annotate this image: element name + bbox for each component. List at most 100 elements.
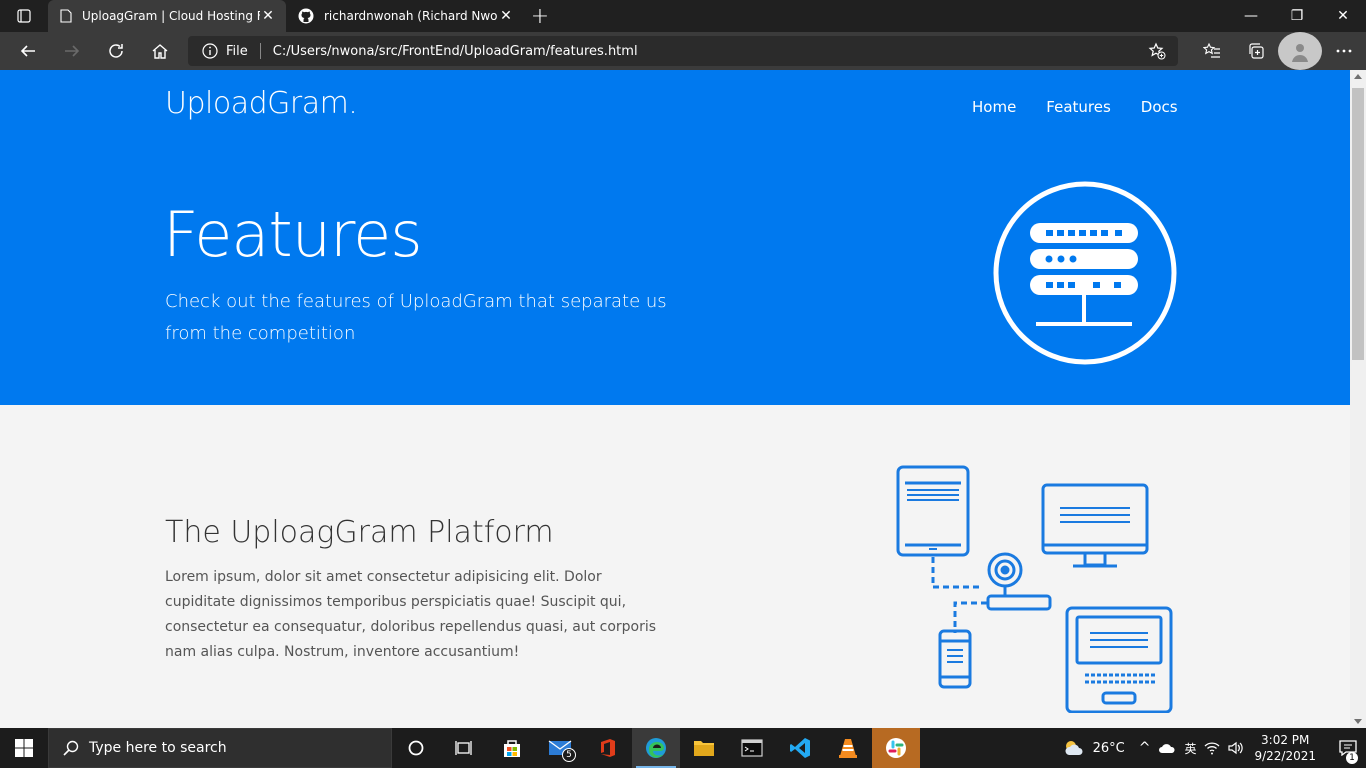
close-tab-icon[interactable]: ✕: [498, 8, 514, 24]
minimize-icon[interactable]: —: [1228, 0, 1274, 32]
page-icon: [60, 9, 72, 23]
office-app[interactable]: [584, 728, 632, 768]
profile-button[interactable]: [1278, 32, 1322, 70]
folder-icon: [694, 741, 714, 756]
action-center-button[interactable]: 1: [1330, 728, 1366, 768]
store-app[interactable]: [488, 728, 536, 768]
scheme-label: File: [226, 43, 248, 59]
partly-cloudy-icon: [1065, 741, 1083, 755]
edge-app[interactable]: [632, 728, 680, 768]
add-favorite-icon[interactable]: [1148, 42, 1166, 60]
forward-button[interactable]: [50, 32, 94, 70]
tab-title: UploagGram | Cloud Hosting For: [82, 9, 260, 23]
page-title: Features: [163, 198, 423, 271]
windows-logo-icon: [15, 739, 33, 757]
notification-count: 1: [1346, 752, 1358, 764]
system-tray: 26°C ^ 英 3:02 PM 9/22/2021 1: [1063, 728, 1366, 768]
vertical-scrollbar[interactable]: [1350, 70, 1366, 728]
task-view-button[interactable]: [440, 728, 488, 768]
taskbar-search[interactable]: Type here to search: [48, 728, 392, 768]
forward-arrow-icon: [65, 45, 80, 57]
url-text[interactable]: C:/Users/nwona/src/FrontEnd/UploadGram/f…: [273, 44, 638, 59]
github-icon: [298, 8, 314, 24]
ime-indicator[interactable]: 英: [1184, 740, 1196, 757]
tab-actions-button[interactable]: [0, 0, 48, 32]
slack-app[interactable]: [872, 728, 920, 768]
mail-app[interactable]: 5: [536, 728, 584, 768]
tab-github[interactable]: richardnwonah (Richard Nwonah ✕: [286, 0, 524, 32]
slack-icon: [886, 738, 906, 758]
close-tab-icon[interactable]: ✕: [260, 8, 276, 24]
address-bar[interactable]: File C:/Users/nwona/src/FrontEnd/UploadG…: [188, 36, 1178, 66]
restore-icon[interactable]: ❐: [1274, 0, 1320, 32]
collections-icon: [1249, 43, 1264, 59]
nav-home[interactable]: Home: [972, 98, 1016, 116]
scrollbar-thumb[interactable]: [1352, 88, 1364, 360]
task-view-icon: [455, 741, 472, 755]
terminal-icon: [741, 739, 763, 757]
connected-devices-icon: [896, 465, 1173, 713]
home-button[interactable]: [138, 32, 182, 70]
nav-docs[interactable]: Docs: [1141, 98, 1178, 116]
favorites-icon: [1203, 42, 1220, 58]
wifi-icon[interactable]: [1204, 741, 1220, 755]
office-icon: [601, 739, 615, 757]
edge-icon: [646, 738, 666, 758]
toolbar-right: [1190, 32, 1366, 70]
tray-icons: ^ 英: [1139, 740, 1245, 757]
scroll-up-icon[interactable]: [1354, 74, 1362, 79]
browser-toolbar: File C:/Users/nwona/src/FrontEnd/UploadG…: [0, 32, 1366, 70]
back-button[interactable]: [6, 32, 50, 70]
chevron-up-icon[interactable]: ^: [1139, 740, 1151, 756]
tab-title: richardnwonah (Richard Nwonah: [324, 9, 498, 23]
back-arrow-icon: [20, 45, 35, 57]
close-window-icon[interactable]: ✕: [1320, 0, 1366, 32]
favorites-button[interactable]: [1190, 32, 1234, 70]
site-logo[interactable]: UploadGram.: [165, 86, 358, 121]
vlc-icon: [839, 739, 857, 758]
scroll-down-icon[interactable]: [1354, 719, 1362, 724]
home-icon: [152, 44, 168, 59]
vlc-app[interactable]: [824, 728, 872, 768]
weather-widget[interactable]: 26°C: [1063, 739, 1125, 757]
divider: [259, 43, 261, 59]
site-nav: Home Features Docs: [972, 98, 1208, 116]
window-controls: — ❐ ✕: [1228, 0, 1366, 32]
hero-section: UploadGram. Home Features Docs Features …: [0, 70, 1350, 405]
avatar: [1278, 32, 1322, 70]
person-icon: [1292, 44, 1308, 62]
vscode-icon: [790, 738, 810, 758]
info-icon[interactable]: [202, 43, 218, 59]
clock[interactable]: 3:02 PM 9/22/2021: [1254, 732, 1316, 764]
settings-menu-button[interactable]: [1322, 32, 1366, 70]
temperature: 26°C: [1092, 740, 1125, 756]
collections-button[interactable]: [1234, 32, 1278, 70]
nav-features[interactable]: Features: [1046, 98, 1111, 116]
vscode-app[interactable]: [776, 728, 824, 768]
date: 9/22/2021: [1254, 749, 1316, 763]
refresh-button[interactable]: [94, 32, 138, 70]
more-icon: [1336, 49, 1352, 53]
windows-taskbar: Type here to search 5 26°C ^ 英 3:02 PM 9…: [0, 728, 1366, 768]
store-icon: [504, 740, 520, 757]
platform-section: The UploagGram Platform Lorem ipsum, dol…: [0, 405, 1350, 728]
server-icon: [993, 181, 1177, 365]
refresh-icon: [109, 44, 123, 58]
volume-icon[interactable]: [1228, 741, 1244, 755]
hero-subtitle: Check out the features of UploadGram tha…: [165, 291, 667, 344]
cortana-icon: [408, 740, 424, 756]
terminal-app[interactable]: [728, 728, 776, 768]
tab-actions-icon: [17, 9, 31, 23]
search-placeholder: Type here to search: [89, 740, 227, 756]
search-icon: [63, 740, 79, 756]
mail-count-badge: 5: [562, 748, 576, 762]
tab-uploadgram[interactable]: UploagGram | Cloud Hosting For ✕: [48, 0, 286, 32]
onedrive-icon[interactable]: [1158, 742, 1176, 754]
section-title: The UploagGram Platform: [165, 515, 554, 550]
section-body: Lorem ipsum, dolor sit amet consectetur …: [165, 569, 657, 660]
tab-strip: UploagGram | Cloud Hosting For ✕ richard…: [0, 0, 1366, 32]
new-tab-button[interactable]: +: [524, 0, 556, 32]
cortana-button[interactable]: [392, 728, 440, 768]
start-button[interactable]: [0, 728, 48, 768]
file-explorer-app[interactable]: [680, 728, 728, 768]
